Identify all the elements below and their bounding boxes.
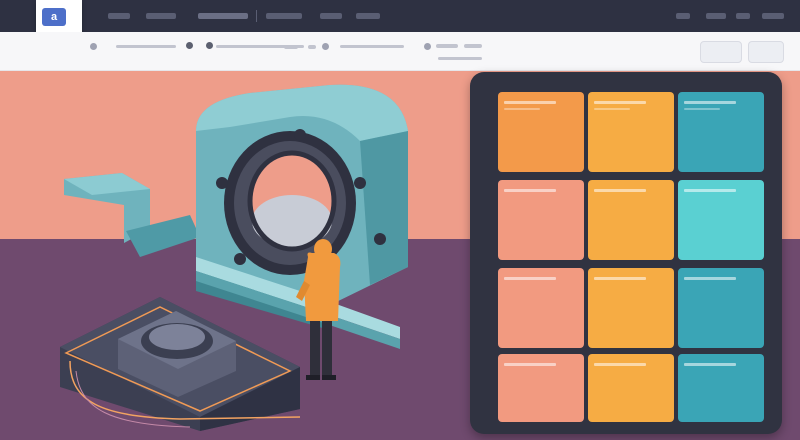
nav-item-right-4[interactable] bbox=[762, 13, 784, 19]
nav-item-4[interactable] bbox=[266, 13, 302, 19]
toolbar-button-1[interactable] bbox=[650, 41, 690, 61]
tile-r2-c2[interactable] bbox=[588, 180, 674, 260]
nav-item-6[interactable] bbox=[356, 13, 380, 19]
tile-panel bbox=[470, 72, 782, 434]
nav-divider bbox=[256, 10, 257, 22]
slider-handle-left[interactable] bbox=[90, 43, 97, 50]
toolbar-button-3[interactable] bbox=[748, 41, 784, 63]
tile-r4-c2[interactable] bbox=[588, 354, 674, 422]
slider-track-1[interactable] bbox=[116, 45, 176, 48]
top-nav-bar bbox=[0, 0, 800, 32]
nav-item-2[interactable] bbox=[146, 13, 176, 19]
nav-item-3[interactable] bbox=[198, 13, 248, 19]
ct-scanner-illustration bbox=[60, 84, 408, 431]
tile-r3-c2[interactable] bbox=[588, 268, 674, 348]
slider-track-3[interactable] bbox=[340, 45, 404, 48]
nav-item-right-1[interactable] bbox=[676, 13, 690, 19]
toolbar-label-b bbox=[308, 45, 316, 49]
tile-r3-c3[interactable] bbox=[678, 268, 764, 348]
toolbar bbox=[0, 32, 800, 71]
nav-item-1[interactable] bbox=[108, 13, 130, 19]
toolbar-label-e bbox=[438, 57, 482, 60]
slider-handle-4[interactable] bbox=[424, 43, 431, 50]
tile-r1-c1[interactable] bbox=[498, 92, 584, 172]
tile-r1-c2[interactable] bbox=[588, 92, 674, 172]
slider-handle-2[interactable] bbox=[206, 42, 213, 49]
nav-item-5[interactable] bbox=[320, 13, 342, 19]
nav-item-right-3[interactable] bbox=[736, 13, 750, 19]
slider-handle-1[interactable] bbox=[186, 42, 193, 49]
toolbar-label-d bbox=[464, 44, 482, 48]
toolbar-label-c bbox=[436, 44, 458, 48]
hero-section bbox=[0, 71, 800, 440]
toolbar-button-2[interactable] bbox=[700, 41, 742, 63]
toolbar-label-a bbox=[284, 45, 298, 49]
tile-r3-c1[interactable] bbox=[498, 268, 584, 348]
tile-r2-c1[interactable] bbox=[498, 180, 584, 260]
logo-mark: a bbox=[42, 8, 66, 26]
tile-r1-c3[interactable] bbox=[678, 92, 764, 172]
nav-item-right-2[interactable] bbox=[706, 13, 726, 19]
slider-handle-3[interactable] bbox=[322, 43, 329, 50]
tile-r4-c3[interactable] bbox=[678, 354, 764, 422]
tile-r2-c3[interactable] bbox=[678, 180, 764, 260]
tile-r4-c1[interactable] bbox=[498, 354, 584, 422]
scanner-arm bbox=[64, 173, 200, 257]
